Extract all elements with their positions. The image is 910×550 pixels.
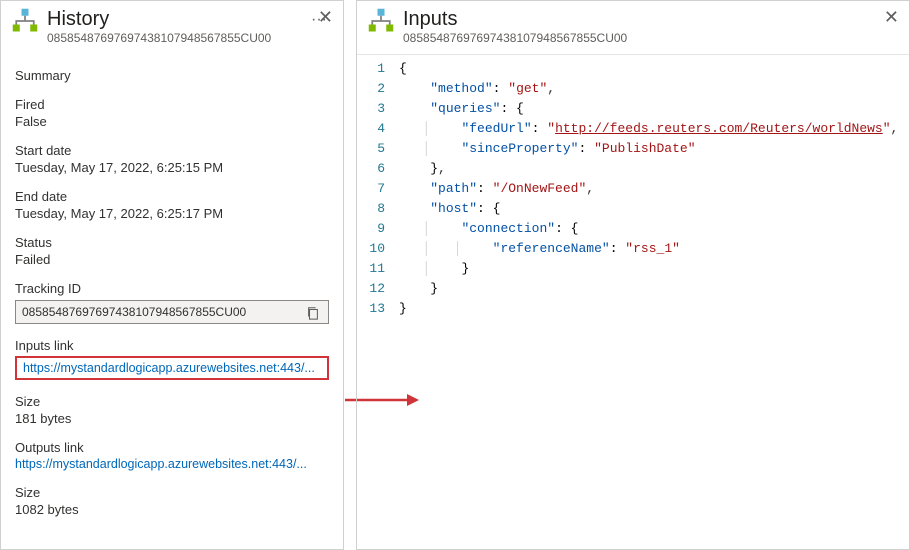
outputs-size-value: 1082 bytes xyxy=(15,502,329,517)
line-number: 2 xyxy=(357,79,399,99)
history-header: History 08585487697697438107948567855CU0… xyxy=(1,1,343,54)
start-date-value: Tuesday, May 17, 2022, 6:25:15 PM xyxy=(15,160,329,175)
tracking-id-value: 08585487697697438107948567855CU00 xyxy=(22,305,246,319)
code-line: │ "feedUrl": "http://feeds.reuters.com/R… xyxy=(399,119,898,139)
inputs-size-label: Size xyxy=(15,394,329,409)
code-line: } xyxy=(399,299,407,319)
code-line: { xyxy=(399,59,407,79)
line-number: 12 xyxy=(357,279,399,299)
fired-value: False xyxy=(15,114,329,129)
history-close-button[interactable]: ✕ xyxy=(316,6,335,28)
line-number: 6 xyxy=(357,159,399,179)
inputs-close-button[interactable]: ✕ xyxy=(882,6,901,28)
code-line: "method": "get", xyxy=(399,79,555,99)
fired-label: Fired xyxy=(15,97,329,112)
code-line: │ │ "referenceName": "rss_1" xyxy=(399,239,680,259)
code-line: "path": "/OnNewFeed", xyxy=(399,179,594,199)
summary-label: Summary xyxy=(15,68,329,83)
line-number: 13 xyxy=(357,299,399,319)
end-date-label: End date xyxy=(15,189,329,204)
line-number: 5 xyxy=(357,139,399,159)
line-number: 1 xyxy=(357,59,399,79)
code-line: │ "connection": { xyxy=(399,219,578,239)
inputs-link[interactable]: https://mystandardlogicapp.azurewebsites… xyxy=(15,356,329,380)
code-line: } xyxy=(399,279,438,299)
status-label: Status xyxy=(15,235,329,250)
history-subtitle: 08585487697697438107948567855CU00 xyxy=(47,31,299,46)
line-number: 3 xyxy=(357,99,399,119)
history-body: Summary Fired False Start date Tuesday, … xyxy=(1,54,343,529)
code-line: }, xyxy=(399,159,446,179)
inputs-size-value: 181 bytes xyxy=(15,411,329,426)
tracking-id-box[interactable]: 08585487697697438107948567855CU00 xyxy=(15,300,329,324)
logic-app-icon xyxy=(367,7,395,38)
outputs-link[interactable]: https://mystandardlogicapp.azurewebsites… xyxy=(15,457,329,471)
tracking-id-label: Tracking ID xyxy=(15,281,329,296)
line-number: 9 xyxy=(357,219,399,239)
history-panel: History 08585487697697438107948567855CU0… xyxy=(0,0,344,550)
start-date-label: Start date xyxy=(15,143,329,158)
history-title: History xyxy=(47,7,299,31)
logic-app-icon xyxy=(11,7,39,38)
code-line: │ } xyxy=(399,259,469,279)
line-number: 4 xyxy=(357,119,399,139)
inputs-header: Inputs 08585487697697438107948567855CU00… xyxy=(357,1,909,54)
line-number: 11 xyxy=(357,259,399,279)
code-line: "host": { xyxy=(399,199,500,219)
line-number: 10 xyxy=(357,239,399,259)
inputs-panel: Inputs 08585487697697438107948567855CU00… xyxy=(356,0,910,550)
inputs-title: Inputs xyxy=(403,7,899,31)
outputs-link-label: Outputs link xyxy=(15,440,329,455)
inputs-subtitle: 08585487697697438107948567855CU00 xyxy=(403,31,899,46)
code-line: "queries": { xyxy=(399,99,524,119)
inputs-link-label: Inputs link xyxy=(15,338,329,353)
status-value: Failed xyxy=(15,252,329,267)
json-viewer[interactable]: 1{ 2 "method": "get", 3 "queries": { 4 │… xyxy=(357,54,909,323)
line-number: 7 xyxy=(357,179,399,199)
line-number: 8 xyxy=(357,199,399,219)
copy-icon[interactable] xyxy=(306,306,320,323)
outputs-size-label: Size xyxy=(15,485,329,500)
end-date-value: Tuesday, May 17, 2022, 6:25:17 PM xyxy=(15,206,329,221)
code-line: │ "sinceProperty": "PublishDate" xyxy=(399,139,696,159)
